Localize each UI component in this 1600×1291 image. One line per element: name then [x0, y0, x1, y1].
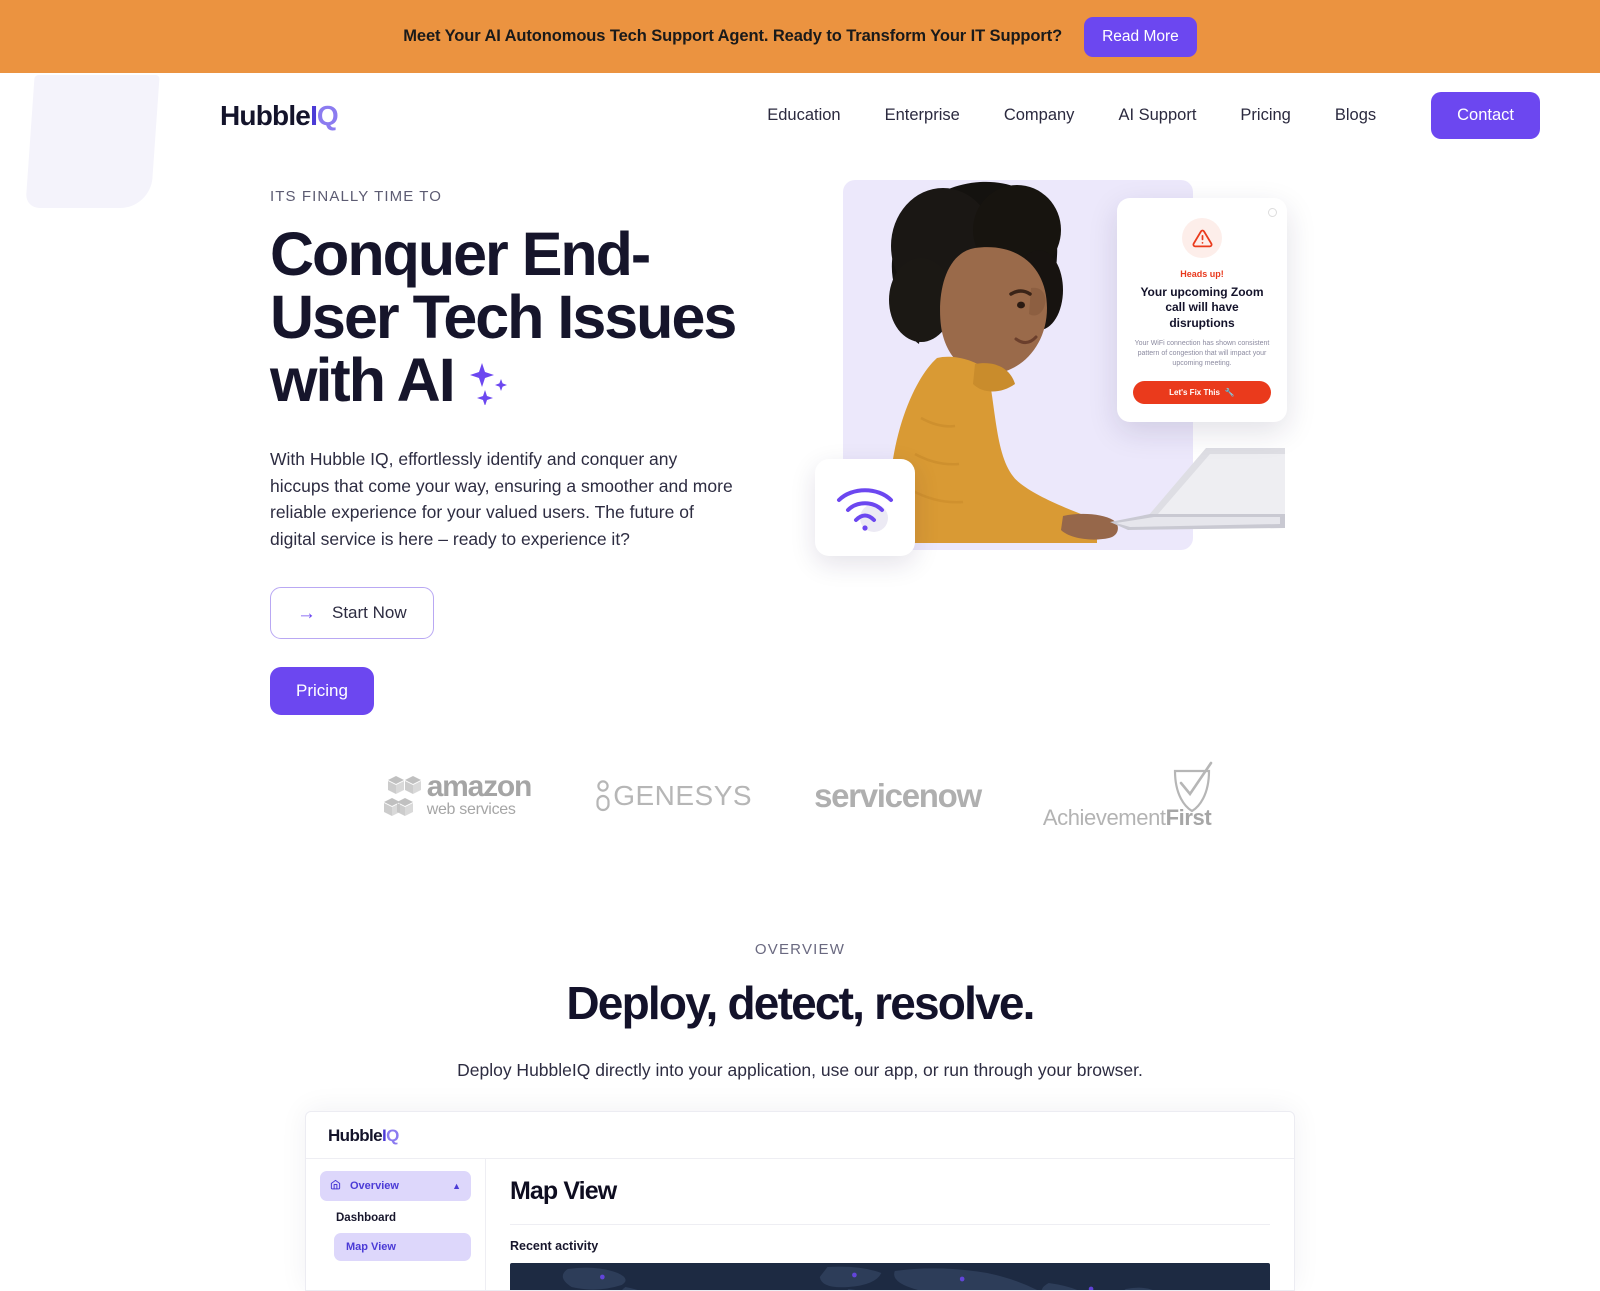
- wifi-status-card: [815, 459, 915, 556]
- sidebar-item-overview[interactable]: Overview ▲: [320, 1171, 471, 1201]
- logo-letter-i: I: [310, 100, 317, 131]
- hero-title-line-2: User Tech Issues: [270, 283, 735, 351]
- sidebar-section-dashboard[interactable]: Dashboard: [320, 1201, 471, 1224]
- hero-artwork: Heads up! Your upcoming Zoom call will h…: [815, 168, 1295, 558]
- overview-title: Deploy, detect, resolve.: [0, 976, 1600, 1030]
- aws-wordmark-line2: web services: [427, 801, 532, 819]
- wifi-icon: [834, 482, 896, 534]
- genesys-wordmark: GENESYS: [613, 780, 752, 812]
- partner-logo-servicenow: servicenow: [814, 777, 981, 815]
- sidebar-item-map-view[interactable]: Map View: [334, 1233, 471, 1261]
- genesys-mark-icon: [593, 779, 613, 813]
- wrench-icon: 🔧: [1225, 388, 1235, 397]
- read-more-button[interactable]: Read More: [1084, 17, 1197, 57]
- dashboard-page-title: Map View: [510, 1177, 1270, 1206]
- site-header: HubbleIQ Education Enterprise Company AI…: [0, 73, 1600, 158]
- servicenow-wordmark: servicenow: [814, 777, 981, 815]
- recent-activity-label: Recent activity: [510, 1239, 1270, 1253]
- home-icon: [330, 1179, 341, 1193]
- logo-text-hubble: Hubble: [220, 100, 310, 132]
- nav-item-education[interactable]: Education: [767, 106, 840, 125]
- hero-title-line-1: Conquer End-: [270, 220, 649, 288]
- dashboard-preview: HubbleIQ Overview ▲ Dashboard Map View M…: [305, 1111, 1295, 1291]
- main-navigation: Education Enterprise Company AI Support …: [767, 106, 1376, 125]
- overview-section: OVERVIEW Deploy, detect, resolve. Deploy…: [0, 941, 1600, 1081]
- hero-title-line-3: with AI: [270, 346, 454, 414]
- achievement-check-icon: [1167, 761, 1217, 815]
- alert-notification-card: Heads up! Your upcoming Zoom call will h…: [1117, 198, 1287, 422]
- world-map-visualization[interactable]: [510, 1263, 1270, 1291]
- nav-item-ai-support[interactable]: AI Support: [1118, 106, 1196, 125]
- hero-description: With Hubble IQ, effortlessly identify an…: [270, 446, 740, 553]
- nav-item-blogs[interactable]: Blogs: [1335, 106, 1376, 125]
- announcement-text: Meet Your AI Autonomous Tech Support Age…: [403, 27, 1062, 46]
- lets-fix-this-button[interactable]: Let's Fix This 🔧: [1133, 381, 1271, 404]
- contact-button[interactable]: Contact: [1431, 92, 1540, 139]
- hero-section: ITS FINALLY TIME TO Conquer End- User Te…: [0, 158, 1600, 715]
- pricing-button[interactable]: Pricing: [270, 667, 374, 715]
- hero-copy: ITS FINALLY TIME TO Conquer End- User Te…: [270, 158, 770, 715]
- recent-activity-panel: Recent activity: [510, 1224, 1270, 1291]
- dashboard-logo: HubbleIQ: [328, 1126, 399, 1146]
- nav-item-enterprise[interactable]: Enterprise: [885, 106, 960, 125]
- aws-wordmark-line1: amazon: [427, 773, 532, 801]
- logo-text-iq: IQ: [310, 100, 338, 132]
- partner-logo-aws: amazon web services: [383, 772, 532, 820]
- dashboard-logo-iq: IQ: [382, 1126, 399, 1146]
- start-now-button[interactable]: → Start Now: [270, 587, 434, 639]
- hero-title: Conquer End- User Tech Issues with AI: [270, 223, 770, 416]
- nav-item-company[interactable]: Company: [1004, 106, 1075, 125]
- announcement-banner: Meet Your AI Autonomous Tech Support Age…: [0, 0, 1600, 73]
- partner-logo-genesys: GENESYS: [593, 779, 752, 813]
- overview-subtitle: Deploy HubbleIQ directly into your appli…: [0, 1060, 1600, 1081]
- dashboard-logo-hubble: Hubble: [328, 1126, 382, 1146]
- nav-item-pricing[interactable]: Pricing: [1240, 106, 1290, 125]
- dashboard-sidebar: Overview ▲ Dashboard Map View: [306, 1159, 486, 1290]
- partner-logo-strip: amazon web services GENESYS servicenow A…: [0, 761, 1600, 831]
- alert-kicker: Heads up!: [1133, 269, 1271, 279]
- site-logo[interactable]: HubbleIQ: [220, 100, 338, 132]
- chevron-up-icon: ▲: [452, 1181, 461, 1191]
- overview-kicker: OVERVIEW: [0, 941, 1600, 958]
- close-icon[interactable]: [1268, 208, 1277, 217]
- logo-letter-q: Q: [317, 100, 338, 131]
- laptop-illustration: [1110, 444, 1285, 536]
- sparkles-icon: [468, 353, 510, 416]
- achievement-first-word1: Achievement: [1043, 805, 1166, 831]
- dashboard-logo-letter-q: Q: [386, 1126, 399, 1145]
- lets-fix-this-label: Let's Fix This: [1169, 388, 1220, 397]
- aws-cubes-icon: [383, 772, 429, 820]
- start-now-label: Start Now: [332, 603, 407, 623]
- alert-title: Your upcoming Zoom call will have disrup…: [1133, 285, 1271, 331]
- sidebar-item-overview-label: Overview: [350, 1180, 399, 1192]
- dashboard-body: Overview ▲ Dashboard Map View Map View R…: [306, 1158, 1294, 1290]
- arrow-right-icon: →: [297, 604, 316, 623]
- dashboard-topbar: HubbleIQ: [306, 1112, 1294, 1158]
- alert-body: Your WiFi connection has shown consisten…: [1133, 339, 1271, 369]
- hero-eyebrow: ITS FINALLY TIME TO: [270, 188, 770, 205]
- dashboard-main: Map View Recent activity: [486, 1159, 1294, 1290]
- partner-logo-achievement-first: Achievement First: [1043, 761, 1217, 831]
- warning-icon: [1182, 218, 1222, 258]
